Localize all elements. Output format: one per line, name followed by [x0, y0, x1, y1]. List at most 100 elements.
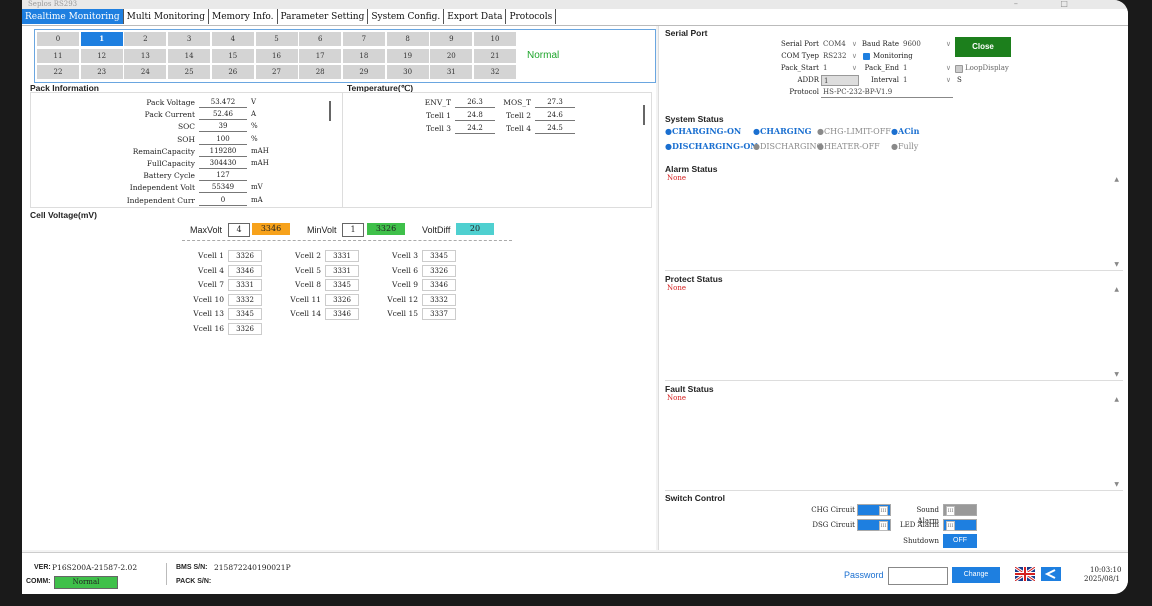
fault-status-area: None ▲ ▼ — [665, 394, 1123, 491]
protect-status-title: Protect Status — [665, 274, 723, 284]
pack-info-unit: mA — [251, 195, 263, 204]
pack-cell[interactable]: 6 — [299, 32, 342, 46]
tab-parameter-setting[interactable]: Parameter Setting — [278, 9, 369, 24]
fault-scroll-down-icon[interactable]: ▼ — [1114, 481, 1119, 488]
pack-cell[interactable]: 27 — [255, 65, 298, 79]
pack-cell[interactable]: 26 — [211, 65, 254, 79]
password-input[interactable] — [888, 567, 948, 585]
fault-scroll-up-icon[interactable]: ▲ — [1114, 396, 1119, 403]
cell-voltage-label: Vcell 9 — [391, 280, 418, 289]
pack-cell[interactable]: 3 — [168, 32, 211, 46]
protocol-label: Protocol — [789, 88, 819, 96]
com-type-select[interactable]: RS232 ∨ — [821, 51, 859, 62]
pack-cell[interactable]: 7 — [342, 32, 385, 46]
pack-cell[interactable]: 15 — [211, 48, 254, 63]
pack-cell[interactable]: 22 — [37, 65, 79, 79]
language-flag-icon[interactable] — [1041, 567, 1061, 581]
temperature-scrollbar[interactable] — [643, 105, 645, 125]
pack-cell[interactable]: 31 — [430, 65, 473, 79]
pack-cell[interactable]: 23 — [80, 65, 123, 79]
temperature-label: Tcell 1 — [425, 111, 451, 120]
pack-cell[interactable]: 4 — [211, 32, 254, 46]
pack-cell[interactable]: 17 — [299, 48, 342, 63]
pack-info-value: 0 — [199, 194, 247, 206]
tab-export-data[interactable]: Export Data — [444, 9, 507, 24]
sound-alarm-toggle[interactable]: III — [943, 504, 977, 516]
tab-memory-info[interactable]: Memory Info. — [209, 9, 278, 24]
pack-info-panel: Pack Voltage 53.472 V Pack Current 52.46 A SOC… — [30, 92, 344, 208]
pack-cell[interactable]: 14 — [168, 48, 211, 63]
cell-voltage-label: Vcell 3 — [391, 251, 418, 260]
tab-protocols[interactable]: Protocols — [506, 9, 557, 24]
cell-voltage-value: 3331 — [325, 250, 359, 262]
pack-cell[interactable]: 21 — [474, 48, 516, 63]
pack-cell[interactable]: 11 — [37, 48, 79, 63]
pack-cell[interactable]: 0 — [37, 32, 79, 46]
temperature-value: 27.3 — [535, 97, 575, 108]
addr-input[interactable]: 1 — [821, 75, 859, 86]
uk-flag-icon[interactable] — [1015, 567, 1035, 581]
pack-cell[interactable]: 8 — [386, 32, 429, 46]
pack-cell[interactable]: 13 — [124, 48, 167, 63]
cell-voltage-value: 3331 — [228, 279, 262, 291]
baud-rate-select[interactable]: 9600 ∨ — [901, 39, 953, 50]
pack-cell[interactable]: 12 — [80, 48, 123, 63]
close-button[interactable]: Close — [955, 37, 1011, 57]
monitoring-checkbox[interactable] — [863, 53, 870, 60]
shutdown-button[interactable]: OFF — [943, 534, 977, 548]
temperature-value: 24.5 — [535, 123, 575, 134]
cell-voltage-value: 3346 — [325, 308, 359, 320]
protect-scroll-down-icon[interactable]: ▼ — [1114, 371, 1119, 378]
serial-port-select[interactable]: COM4 ∨ — [821, 39, 859, 50]
pack-info-scrollbar[interactable] — [329, 101, 331, 121]
status-dot-icon: ● — [817, 142, 824, 151]
pack-cell[interactable]: 25 — [168, 65, 211, 79]
system-status-text: DISCHARGING — [759, 142, 823, 151]
pack-cell[interactable]: 24 — [124, 65, 167, 79]
pack-cell[interactable]: 30 — [386, 65, 429, 79]
chg-circuit-toggle[interactable]: III — [857, 504, 891, 516]
pack-cell[interactable]: 10 — [474, 32, 516, 46]
pack-cell[interactable]: 29 — [342, 65, 385, 79]
pack-cell[interactable]: 20 — [430, 48, 473, 63]
alarm-scroll-up-icon[interactable]: ▲ — [1114, 176, 1119, 183]
pack-info-unit: mAH — [251, 159, 269, 167]
system-status-item: ●CHARGING-ON — [665, 126, 741, 137]
pack-cell[interactable]: 9 — [430, 32, 473, 46]
pack-cell[interactable]: 2 — [124, 32, 167, 46]
min-volt-value: 3326 — [367, 223, 405, 235]
min-volt-index: 1 — [342, 223, 364, 237]
pack-info-label: SOC — [177, 122, 195, 132]
pack-cell[interactable]: 16 — [255, 48, 298, 63]
pack-end-select[interactable]: 1 ∨ — [901, 63, 953, 74]
loop-display-checkbox[interactable] — [955, 65, 963, 73]
system-status-text: ACin — [897, 126, 920, 136]
pack-cell[interactable]: 32 — [474, 65, 516, 79]
status-dot-icon: ● — [753, 142, 760, 151]
tab-system-config[interactable]: System Config. — [368, 9, 445, 24]
change-button[interactable]: Change — [952, 567, 1000, 583]
led-alarm-toggle[interactable]: III — [943, 519, 977, 531]
pack-cell[interactable]: 5 — [255, 32, 298, 46]
temperature-panel: ENV_T 26.3 MOS_T 27.3 Tcell 1 24.8 Tcell 2 24.6… — [342, 92, 652, 208]
window-controls[interactable]: – □ — [1014, 0, 1088, 8]
pack-info-value: 100 — [199, 133, 247, 145]
pack-cell[interactable]: 28 — [299, 65, 342, 79]
com-type-label: COM Tyep — [781, 52, 819, 60]
loop-display-label: LoopDisplay — [965, 64, 1009, 72]
status-dot-icon: ● — [817, 127, 824, 136]
pack-cell[interactable]: 1 — [80, 32, 123, 46]
status-dot-icon: ● — [665, 126, 672, 136]
password-label: Password — [844, 570, 884, 580]
pack-cell[interactable]: 19 — [386, 48, 429, 63]
tab-realtime-monitoring[interactable]: Realtime Monitoring — [22, 9, 124, 24]
tab-multi-monitoring[interactable]: Multi Monitoring — [124, 9, 209, 24]
alarm-scroll-down-icon[interactable]: ▼ — [1114, 261, 1119, 268]
interval-select[interactable]: 1 ∨ — [901, 75, 953, 86]
protect-scroll-up-icon[interactable]: ▲ — [1114, 286, 1119, 293]
dsg-circuit-toggle[interactable]: III — [857, 519, 891, 531]
cell-voltage-value: 3326 — [325, 293, 359, 306]
pack-start-select[interactable]: 1 ∨ — [821, 63, 859, 74]
cell-voltage-value: 3332 — [422, 293, 456, 306]
pack-cell[interactable]: 18 — [342, 48, 385, 63]
